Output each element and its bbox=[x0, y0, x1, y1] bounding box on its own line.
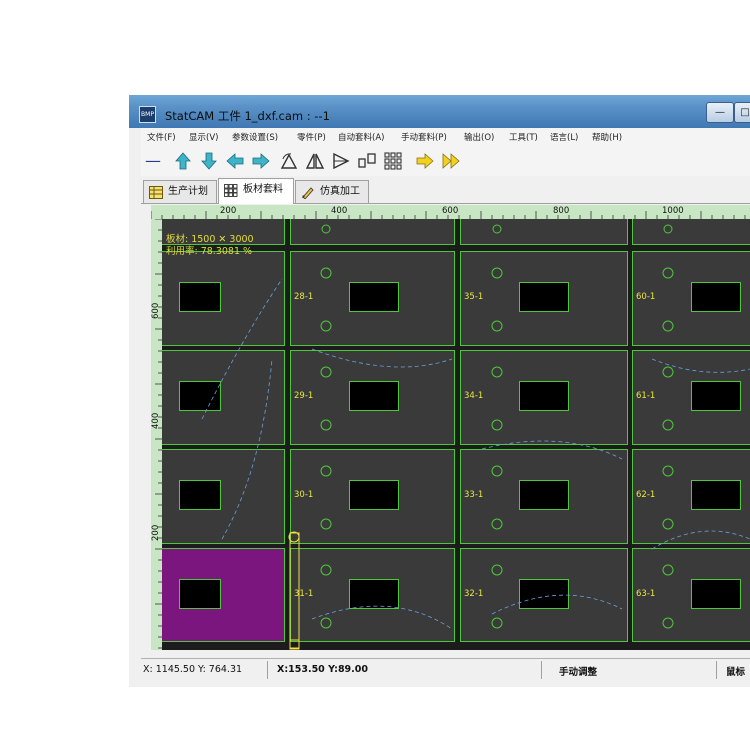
tab-label: 仿真加工 bbox=[320, 186, 360, 197]
tab-bar: 生产计划 板材套料 仿真加工 bbox=[141, 176, 750, 204]
cursor-coordinates: X: 1145.50 Y: 764.31 bbox=[143, 664, 243, 675]
ruler-label: 600 bbox=[151, 302, 161, 319]
status-separator bbox=[716, 661, 717, 679]
ruler-label: 200 bbox=[220, 206, 237, 216]
ruler-label: 400 bbox=[151, 412, 161, 429]
menu-params[interactable]: 参数设置(S) bbox=[232, 131, 278, 143]
ruler-label: 1000 bbox=[662, 206, 684, 216]
menu-autonest[interactable]: 自动套料(A) bbox=[338, 131, 384, 143]
tab-simulation[interactable]: 仿真加工 bbox=[295, 180, 369, 203]
ruler-label: 200 bbox=[151, 524, 161, 541]
ruler-ticks bbox=[155, 219, 162, 649]
mirror-horizontal-icon[interactable] bbox=[305, 151, 325, 171]
maximize-button[interactable]: □ bbox=[734, 102, 750, 123]
status-mouse: 鼠标 bbox=[726, 667, 746, 678]
tab-label: 生产计划 bbox=[168, 186, 208, 197]
usage-rate-label: 利用率: 78.3081 % bbox=[166, 246, 253, 257]
statcam-window: BMP StatCAM 工件 1_dxf.cam : --1 — □ 文件(F)… bbox=[129, 95, 750, 687]
menu-part[interactable]: 零件(P) bbox=[297, 131, 326, 143]
grid-icon[interactable] bbox=[383, 151, 403, 171]
status-bar: X: 1145.50 Y: 764.31 X:153.50 Y:89.00 手动… bbox=[141, 658, 750, 681]
menu-tools[interactable]: 工具(T) bbox=[509, 131, 538, 143]
status-separator bbox=[541, 661, 542, 679]
arrow-right-icon[interactable] bbox=[251, 151, 271, 171]
menu-help[interactable]: 帮助(H) bbox=[592, 131, 622, 143]
status-separator bbox=[267, 661, 268, 679]
arrow-up-icon[interactable] bbox=[173, 151, 193, 171]
selection-coordinates: X:153.50 Y:89.00 bbox=[277, 664, 368, 675]
menu-bar: 文件(F) 显示(V) 参数设置(S) 零件(P) 自动套料(A) 手动套料(P… bbox=[141, 128, 750, 146]
grid-icon bbox=[224, 184, 238, 197]
mirror-vertical-icon[interactable] bbox=[331, 151, 351, 171]
menu-file[interactable]: 文件(F) bbox=[147, 131, 176, 143]
app-icon: BMP bbox=[139, 106, 156, 123]
menu-output[interactable]: 输出(O) bbox=[464, 131, 494, 143]
horizontal-ruler: 200 400 600 800 1000 bbox=[151, 205, 750, 219]
minus-icon[interactable]: — bbox=[143, 151, 163, 171]
menu-language[interactable]: 语言(L) bbox=[550, 131, 578, 143]
title-bar[interactable]: BMP StatCAM 工件 1_dxf.cam : --1 — □ bbox=[129, 95, 750, 128]
table-icon bbox=[149, 186, 163, 199]
ruler-label: 800 bbox=[553, 206, 570, 216]
menu-manualnest[interactable]: 手动套料(P) bbox=[401, 131, 447, 143]
mode-indicator: 手动调整 bbox=[559, 667, 598, 678]
ruler-label: 600 bbox=[442, 206, 459, 216]
arrow-down-icon[interactable] bbox=[199, 151, 219, 171]
tab-production-plan[interactable]: 生产计划 bbox=[143, 180, 217, 203]
fast-forward-icon[interactable] bbox=[441, 151, 461, 171]
tab-label: 板材套料 bbox=[243, 184, 283, 195]
pencil-icon bbox=[302, 187, 314, 199]
toolpath-overlay bbox=[201, 224, 750, 650]
tab-sheet-nesting[interactable]: 板材套料 bbox=[218, 178, 294, 204]
rotate-triangle-icon[interactable] bbox=[279, 151, 299, 171]
menu-view[interactable]: 显示(V) bbox=[189, 131, 218, 143]
array-icon[interactable] bbox=[357, 151, 377, 171]
nesting-canvas[interactable]: 28-1 35-1 60-1 29-1 34-1 61-1 30-1 33-1 … bbox=[162, 219, 750, 650]
step-right-icon[interactable] bbox=[415, 151, 435, 171]
vertical-ruler: 600 400 200 bbox=[151, 219, 162, 650]
ruler-label: 400 bbox=[331, 206, 348, 216]
toolbar: — bbox=[141, 146, 750, 176]
arrow-left-icon[interactable] bbox=[225, 151, 245, 171]
window-title: StatCAM 工件 1_dxf.cam : --1 bbox=[165, 109, 330, 123]
minimize-button[interactable]: — bbox=[706, 102, 734, 123]
